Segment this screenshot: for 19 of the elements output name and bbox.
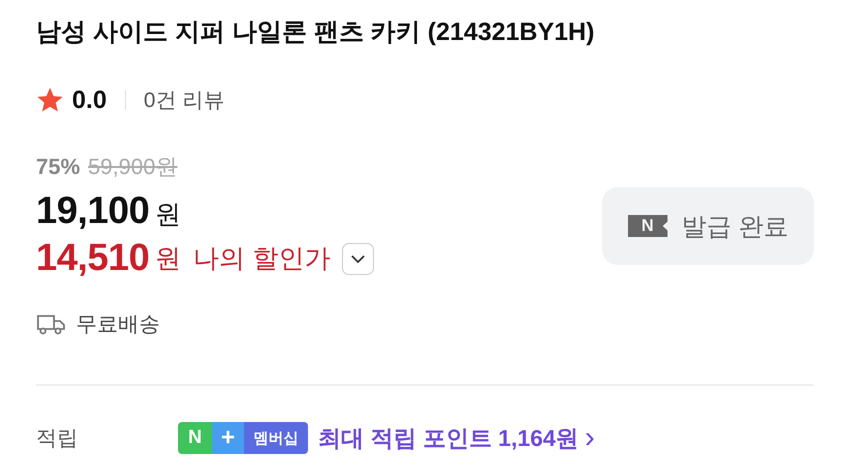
review-count[interactable]: 0건 리뷰	[144, 86, 224, 114]
truck-icon	[36, 313, 66, 335]
points-label: 적립	[36, 426, 79, 452]
expand-button[interactable]	[342, 242, 374, 274]
currency-unit: 원	[155, 198, 182, 231]
chevron-down-icon	[350, 254, 366, 264]
star-icon	[36, 86, 64, 114]
currency-unit: 원	[155, 242, 182, 275]
rating-score: 0.0	[72, 86, 107, 114]
product-title: 남성 사이드 지퍼 나일론 팬츠 카키 (214321BY1H)	[36, 17, 596, 48]
my-discount-label: 나의 할인가	[193, 242, 330, 275]
sale-price: 19,100	[36, 190, 150, 233]
original-price: 59,900원	[88, 153, 178, 181]
chevron-right-icon: ›	[584, 423, 595, 453]
max-points-link[interactable]: 최대 적립 포인트 1,164원	[318, 422, 579, 454]
membership-badge: N + 멤버십	[178, 422, 308, 454]
my-discount-price: 14,510	[36, 237, 150, 280]
discount-rate: 75%	[36, 154, 80, 180]
free-shipping-label: 무료배송	[76, 312, 160, 338]
